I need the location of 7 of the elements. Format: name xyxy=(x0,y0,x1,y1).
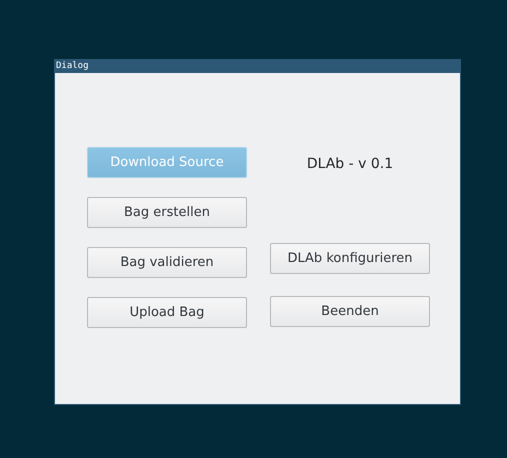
dialog-button[interactable]: Upload Bag xyxy=(87,297,247,328)
dialog-button[interactable]: Beenden xyxy=(270,296,430,327)
dialog-button[interactable]: DLAb konfigurieren xyxy=(270,243,430,274)
version-label: DLAb - v 0.1 xyxy=(306,154,394,174)
window-title: Dialog xyxy=(55,60,460,73)
dialog-button[interactable]: Bag validieren xyxy=(87,247,247,278)
dialog-button[interactable]: Bag erstellen xyxy=(87,197,247,228)
